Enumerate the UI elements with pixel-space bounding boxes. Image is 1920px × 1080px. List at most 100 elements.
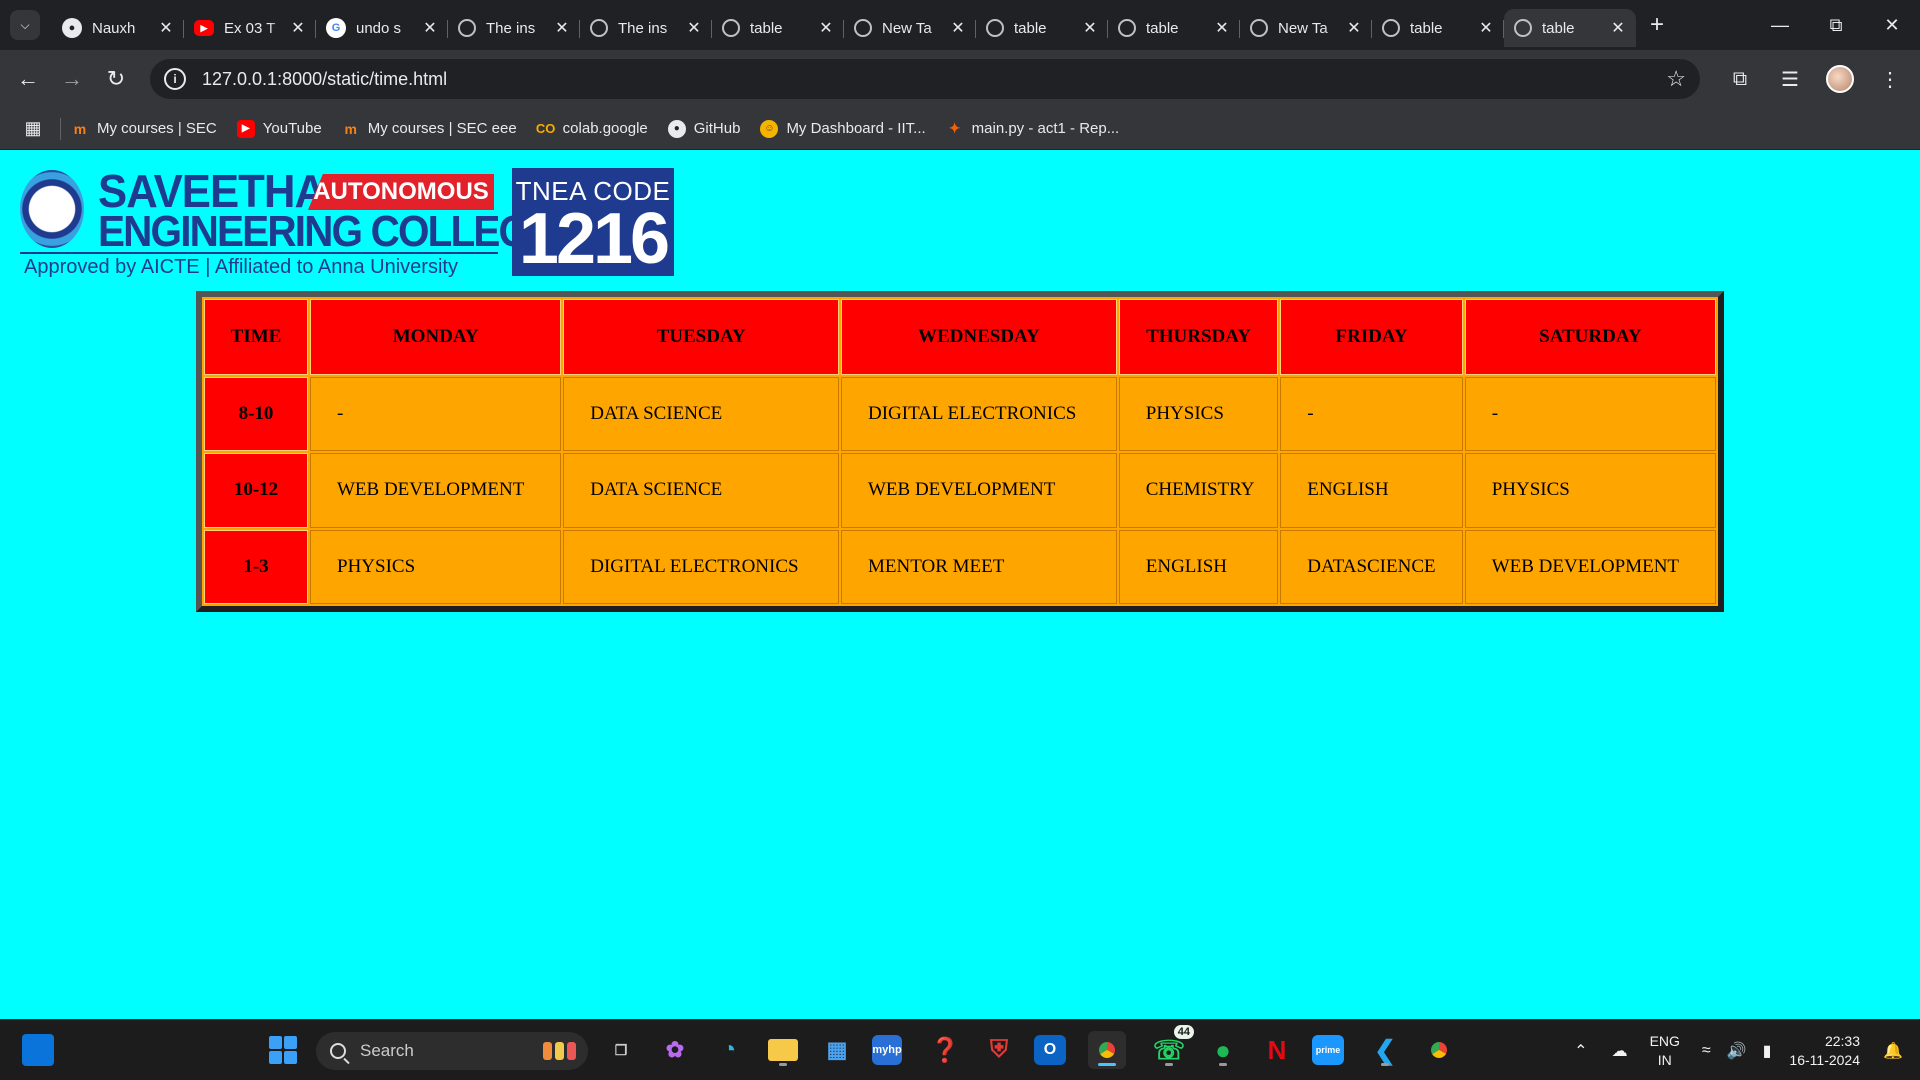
myhp-icon[interactable]: myhp (872, 1035, 902, 1065)
close-icon[interactable]: ✕ (1344, 18, 1364, 38)
netflix-icon[interactable]: N (1258, 1031, 1296, 1069)
time-cell: 1-3 (204, 529, 308, 604)
tab[interactable]: New Ta ✕ (1240, 9, 1372, 47)
bookmark[interactable]: CO colab.google (536, 120, 648, 138)
reload-button[interactable]: ↻ (94, 57, 138, 101)
spotify-icon[interactable]: ● (1204, 1031, 1242, 1069)
bell-icon[interactable]: 🔔 (1882, 1041, 1904, 1061)
close-window-button[interactable]: ✕ (1864, 0, 1920, 50)
tab[interactable]: ● Nauxh ✕ (52, 9, 184, 47)
task-view-icon[interactable]: ❐ (602, 1031, 640, 1069)
mcafee-icon[interactable]: ⛨ (980, 1031, 1018, 1069)
tab-title: table (1542, 19, 1575, 37)
new-tab-button[interactable]: + (1650, 11, 1664, 39)
profile-avatar[interactable] (1818, 57, 1862, 101)
store-icon[interactable]: ▦ (818, 1031, 856, 1069)
globe-icon (590, 19, 608, 37)
bookmark[interactable]: ● GitHub (667, 119, 740, 138)
chevron-up-icon[interactable]: ⌃ (1574, 1041, 1587, 1061)
college-logo: SAVEETHA AUTONOMOUS ENGINEERING COLLEGE … (20, 168, 674, 280)
bookmark[interactable]: ▶ YouTube (236, 119, 322, 138)
tab-active[interactable]: table ✕ (1504, 9, 1636, 47)
tab-search-button[interactable]: ⌵ (10, 10, 40, 40)
table-cell: WEB DEVELOPMENT (1464, 529, 1716, 604)
forward-button[interactable]: → (50, 57, 94, 101)
bookmark[interactable]: ☺ My Dashboard - IIT... (760, 119, 926, 138)
close-icon[interactable]: ✕ (552, 18, 572, 38)
close-icon[interactable]: ✕ (420, 18, 440, 38)
restore-button[interactable]: ⧉ (1808, 0, 1864, 50)
address-bar[interactable]: i 127.0.0.1:8000/static/time.html ☆ (150, 59, 1700, 99)
search-icon (330, 1043, 346, 1059)
clock-time: 22:33 (1824, 1032, 1860, 1049)
battery-icon[interactable]: ▮ (1763, 1041, 1772, 1061)
bookmark[interactable]: m My courses | SEC (71, 120, 217, 138)
table-cell: PHYSICS (310, 529, 562, 604)
chrome-icon[interactable] (1420, 1031, 1458, 1069)
extensions-icon[interactable]: ⧉ (1718, 57, 1762, 101)
onedrive-icon[interactable]: ☁ (1612, 1041, 1628, 1061)
table-row: 8-10 - DATA SCIENCE DIGITAL ELECTRONICS … (204, 377, 1716, 452)
vscode-icon[interactable]: ❮ (1366, 1031, 1404, 1069)
edge-icon[interactable]: ◔ (710, 1031, 748, 1069)
apps-grid-icon[interactable]: ▦ (12, 118, 54, 139)
column-header: SATURDAY (1464, 299, 1716, 375)
widgets-icon[interactable] (22, 1034, 54, 1066)
url-text[interactable]: 127.0.0.1:8000/static/time.html (202, 69, 447, 90)
close-icon[interactable]: ✕ (288, 18, 308, 38)
table-cell: ENGLISH (1118, 529, 1279, 604)
close-icon[interactable]: ✕ (816, 18, 836, 38)
close-icon[interactable]: ✕ (948, 18, 968, 38)
bookmark-label: colab.google (562, 120, 648, 137)
close-icon[interactable]: ✕ (1608, 18, 1628, 38)
tab[interactable]: G undo s ✕ (316, 9, 448, 47)
tab[interactable]: ▶ Ex 03 T ✕ (184, 9, 316, 47)
language-indicator[interactable]: ENG IN (1650, 1032, 1680, 1070)
taskbar-search[interactable]: Search (316, 1032, 588, 1070)
menu-icon[interactable]: ⋮ (1868, 57, 1912, 101)
bookmark[interactable]: m My courses | SEC eee (342, 120, 516, 138)
prime-video-icon[interactable]: prime (1312, 1035, 1344, 1065)
tab[interactable]: The ins ✕ (448, 9, 580, 47)
table-cell: MENTOR MEET (841, 529, 1117, 604)
tab[interactable]: table ✕ (976, 9, 1108, 47)
window-controls: — ⧉ ✕ (1752, 0, 1920, 50)
tab-title: table (1146, 19, 1179, 37)
close-icon[interactable]: ✕ (1476, 18, 1496, 38)
star-icon[interactable]: ☆ (1666, 66, 1686, 92)
chevron-down-icon: ⌵ (20, 17, 30, 32)
help-icon[interactable]: ❓ (926, 1031, 964, 1069)
search-highlight-icon (543, 1042, 576, 1060)
chrome-active-icon[interactable] (1088, 1031, 1126, 1069)
tab[interactable]: The ins ✕ (580, 9, 712, 47)
tab-title: undo s (356, 19, 402, 37)
moodle-icon: m (344, 120, 357, 137)
column-header: TIME (204, 299, 308, 375)
table-cell: PHYSICS (1464, 453, 1716, 528)
table-cell: DATA SCIENCE (563, 453, 839, 528)
start-button[interactable] (264, 1031, 302, 1069)
tab[interactable]: table ✕ (1108, 9, 1240, 47)
minimize-button[interactable]: — (1752, 0, 1808, 50)
tab[interactable]: New Ta ✕ (844, 9, 976, 47)
close-icon[interactable]: ✕ (156, 18, 176, 38)
wifi-icon[interactable]: ≈ (1702, 1042, 1711, 1060)
close-icon[interactable]: ✕ (1212, 18, 1232, 38)
file-explorer-icon[interactable] (764, 1031, 802, 1069)
back-button[interactable]: ← (6, 57, 50, 101)
outlook-icon[interactable]: O (1034, 1035, 1066, 1065)
github-icon: ● (62, 18, 82, 38)
close-icon[interactable]: ✕ (1080, 18, 1100, 38)
whatsapp-icon[interactable]: ☏ 44 (1150, 1025, 1194, 1069)
tab[interactable]: table ✕ (1372, 9, 1504, 47)
media-controls-icon[interactable]: ☰ (1768, 57, 1812, 101)
tabs: ● Nauxh ✕ ▶ Ex 03 T ✕ G undo s ✕ The ins… (52, 0, 1664, 50)
bookmark[interactable]: ✦ main.py - act1 - Rep... (946, 120, 1119, 138)
volume-icon[interactable]: 🔊 (1727, 1041, 1747, 1061)
info-icon[interactable]: i (164, 68, 186, 90)
close-icon[interactable]: ✕ (684, 18, 704, 38)
copilot-icon[interactable]: ✿ (656, 1031, 694, 1069)
tab[interactable]: table ✕ (712, 9, 844, 47)
tab-title: The ins (618, 19, 668, 37)
clock[interactable]: 22:33 16-11-2024 (1789, 1032, 1860, 1070)
